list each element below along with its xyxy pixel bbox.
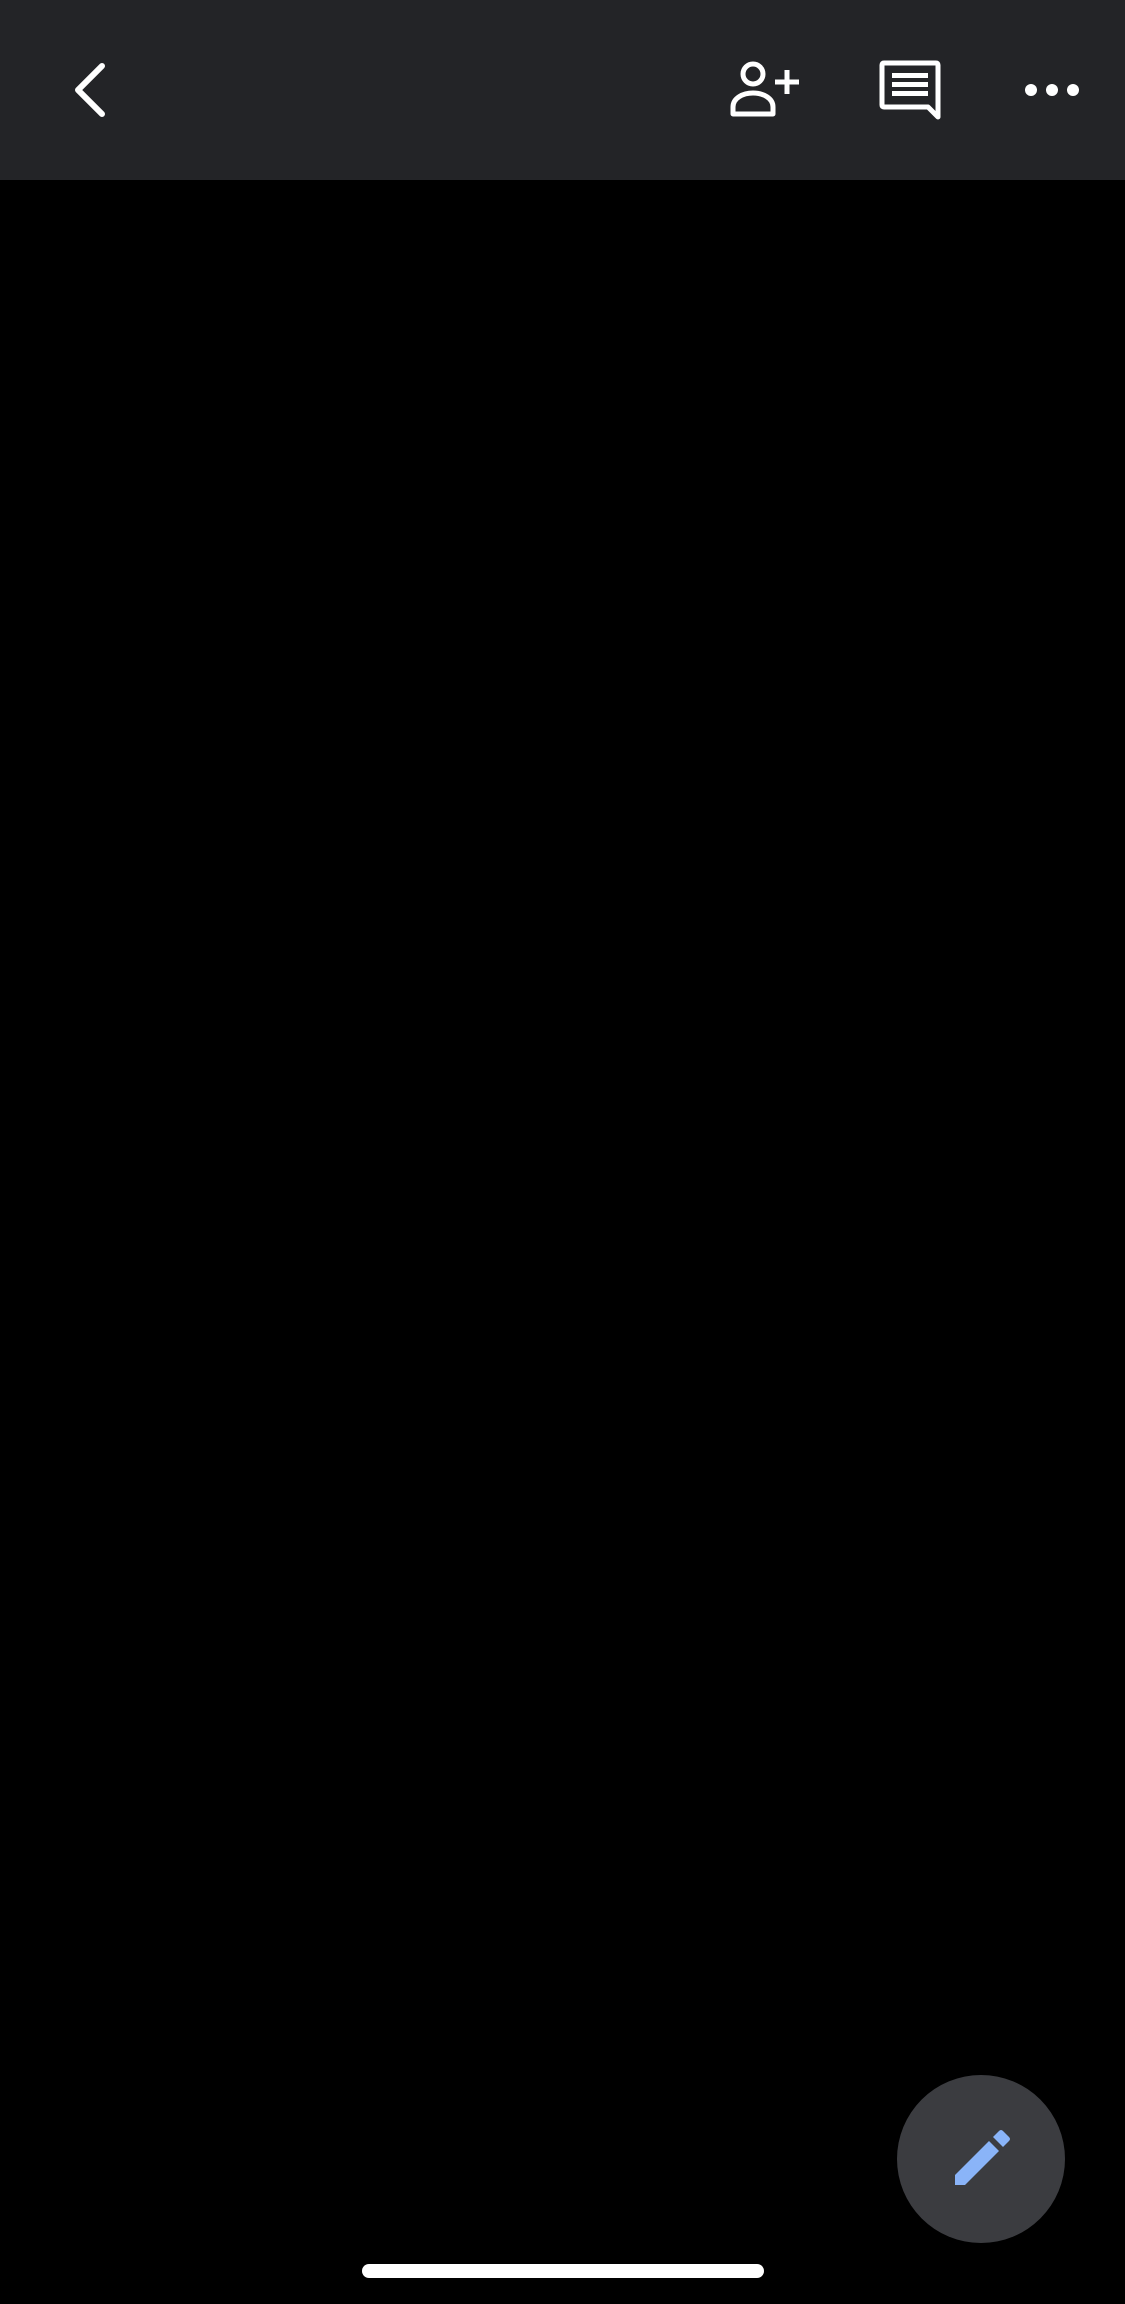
more-horizontal-icon xyxy=(1025,84,1079,96)
comments-button[interactable] xyxy=(855,35,965,145)
more-options-button[interactable] xyxy=(997,35,1107,145)
chevron-left-icon xyxy=(75,63,105,117)
comment-icon xyxy=(879,60,941,120)
person-add-icon xyxy=(730,61,799,117)
add-person-button[interactable] xyxy=(710,35,820,145)
edit-fab-button[interactable] xyxy=(897,2075,1065,2243)
document-canvas[interactable] xyxy=(0,180,1125,2304)
screen xyxy=(0,0,1125,2304)
back-button[interactable] xyxy=(35,35,145,145)
top-app-bar xyxy=(0,0,1125,180)
home-indicator xyxy=(362,2264,764,2278)
pencil-edit-icon xyxy=(955,2130,1010,2185)
